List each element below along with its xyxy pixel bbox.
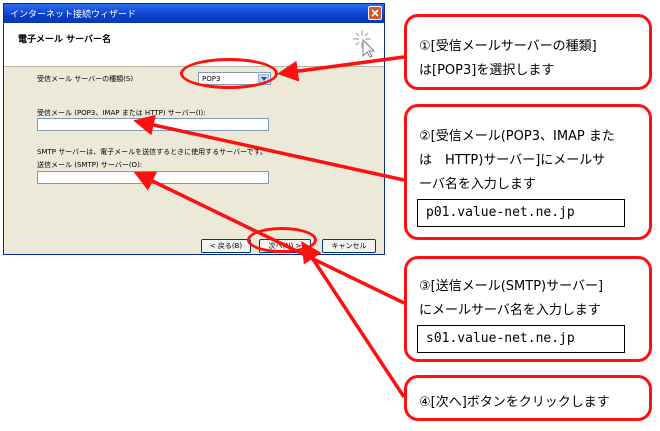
callout-2: ②[受信メール(POP3、IMAP また は HTTP)サーバー]にメールサ ー… [404,104,652,240]
callout-2-line-1: ②[受信メール(POP3、IMAP また [419,129,615,144]
outgoing-server-value: s01.value-net.ne.jp [426,331,575,346]
callout-3-line-2: にメールサーバ名を入力します [419,303,601,318]
callout-1-line-1: ①[受信メールサーバーの種類] [419,39,597,54]
callout-3-line-1: ③[送信メール(SMTP)サーバー] [419,279,604,294]
incoming-server-value-box: p01.value-net.ne.jp [417,199,625,227]
callout-1-line-2: は[POP3]を選択します [419,63,555,78]
callout-4-line-1: ④[次へ]ボタンをクリックします [419,395,610,410]
incoming-server-value: p01.value-net.ne.jp [426,205,575,220]
arrow-2 [133,114,405,182]
callout-3: ③[送信メール(SMTP)サーバー] にメールサーバ名を入力します s01.va… [404,256,652,362]
arrow-3 [133,171,405,305]
callout-1: ①[受信メールサーバーの種類] は[POP3]を選択します [404,14,652,90]
arrow-1 [277,55,405,82]
callout-4: ④[次へ]ボタンをクリックします [404,375,652,421]
outgoing-server-value-box: s01.value-net.ne.jp [417,325,625,353]
callout-2-line-2: は HTTP)サーバー]にメールサ [419,153,606,168]
arrow-4 [301,241,406,398]
callout-2-line-3: ーバ名を入力します [419,177,536,192]
